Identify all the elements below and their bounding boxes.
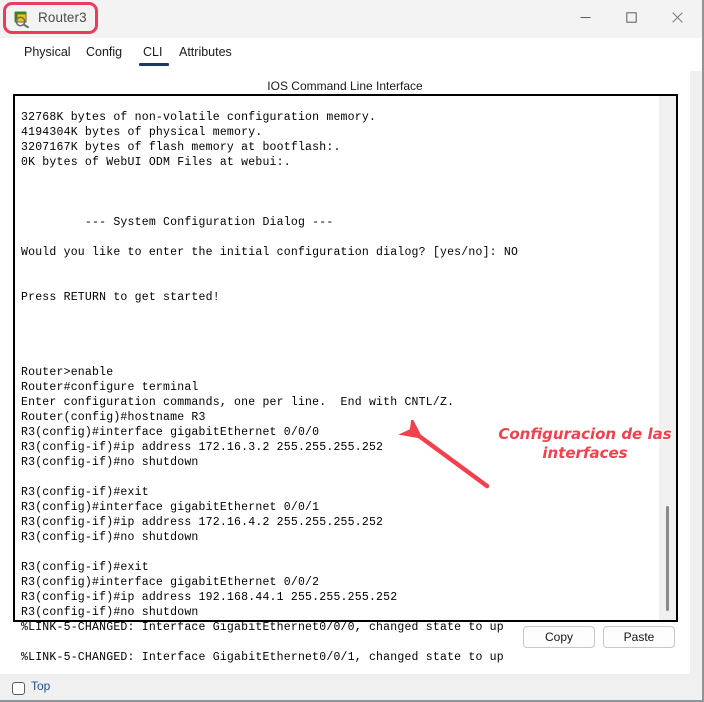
minimize-button[interactable] [562,0,608,34]
terminal-frame[interactable]: 32768K bytes of non-volatile configurati… [13,94,678,664]
tab-attributes[interactable]: Attributes [177,42,234,62]
terminal-scrollbar[interactable] [659,96,676,620]
paste-button[interactable]: Paste [603,626,675,648]
router-cli-window: Router3 Physical Config CLI Attributes I… [0,0,704,702]
bottom-bar: Top [0,674,704,702]
tab-physical[interactable]: Physical [22,42,73,62]
maximize-button[interactable] [608,0,654,34]
terminal-scroll-thumb[interactable] [666,506,669,611]
close-button[interactable] [654,0,700,34]
top-checkbox-label: Top [31,679,51,693]
title-bar: Router3 [0,0,704,38]
terminal-output: 32768K bytes of non-volatile configurati… [21,110,519,664]
panel-right-gap [690,71,702,674]
active-tab-underline [139,63,169,66]
tab-cli[interactable]: CLI [141,42,164,62]
top-checkbox[interactable] [12,682,25,695]
minimize-icon [580,16,590,18]
tab-config[interactable]: Config [84,42,124,62]
close-icon [671,11,683,23]
packet-tracer-router-icon [13,10,31,29]
cli-caption: IOS Command Line Interface [267,79,423,93]
maximize-icon [625,11,637,23]
tab-strip: Physical Config CLI Attributes [0,38,704,71]
window-title: Router3 [38,10,87,25]
copy-button[interactable]: Copy [523,626,595,648]
